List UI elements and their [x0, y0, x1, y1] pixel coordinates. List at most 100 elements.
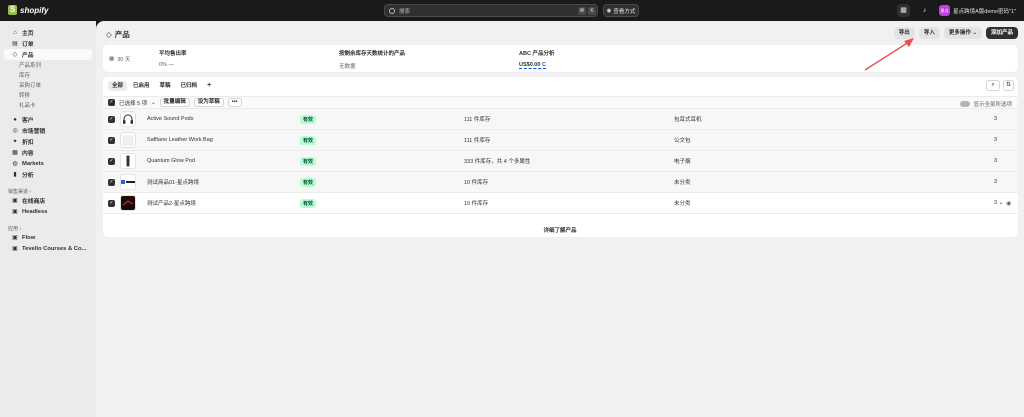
sidebar-item-label: 内容	[22, 151, 34, 157]
add-product-button[interactable]: 添加产品	[985, 27, 1018, 39]
bell-icon[interactable]: ♪	[918, 4, 931, 17]
sidebar-sub-gift-cards[interactable]: 礼品卡	[0, 100, 96, 110]
stat-label: 按剩余库存天数统计的产品	[339, 51, 406, 57]
chevron-down-icon: ⌄	[972, 30, 977, 36]
row-checkbox[interactable]: ✓	[108, 157, 115, 165]
sidebar: ⌂ 主页 ▤ 订单 ◇ 产品 产品系列 库存 采购订单 转移 礼品卡 ● 客户 …	[0, 21, 96, 417]
product-thumbnail[interactable]	[120, 195, 136, 211]
sort-icon[interactable]: ⇅	[1003, 80, 1014, 91]
row-checkbox[interactable]: ✓	[108, 136, 115, 144]
tab-draft[interactable]: 草稿	[156, 81, 175, 91]
sidebar-item-analytics[interactable]: ▮ 分析	[4, 169, 92, 180]
search-filter-icon[interactable]: ⌕	[986, 80, 1000, 91]
stat-value: 无数据	[339, 64, 356, 70]
vape-pod-icon	[126, 155, 130, 167]
more-actions-button[interactable]: 更多操作 ⌄	[943, 27, 982, 39]
export-button[interactable]: 导出	[893, 27, 915, 39]
eye-icon[interactable]: ◉	[1006, 200, 1011, 207]
sidebar-item-headless[interactable]: ▣ Headless	[4, 206, 92, 217]
globe-icon: ◍	[12, 160, 18, 167]
markets-count[interactable]: 3 ⌄	[994, 200, 1003, 206]
row-checkbox[interactable]: ✓	[108, 115, 115, 123]
shopify-bag-icon	[8, 5, 17, 15]
view-mode-button[interactable]: ◉ 查看方式	[603, 4, 639, 17]
product-thumbnail[interactable]	[120, 153, 136, 169]
sidebar-item-discounts[interactable]: ✦ 折扣	[4, 136, 92, 147]
sidebar-sub-purchase-orders[interactable]: 采购订单	[0, 80, 96, 90]
tab-active[interactable]: 已启用	[129, 81, 154, 91]
set-draft-button[interactable]: 设为草稿	[193, 98, 224, 107]
sidebar-item-online-store[interactable]: ▣ 在线商店	[4, 195, 92, 206]
date-range-label: 30 天	[117, 56, 131, 63]
page-title-text: 产品	[114, 30, 130, 39]
markets-count: 3	[994, 116, 998, 122]
shortcut-k-key: K	[588, 7, 596, 15]
sidebar-item-tevello[interactable]: ▣ Tevello Courses & Co...	[4, 243, 92, 254]
sidebar-item-label: Flow	[22, 234, 36, 241]
sidebar-item-label: 订单	[22, 42, 34, 48]
top-right-controls: ▦ ♪ 星点 星点跨境A版demo密码"1"	[897, 4, 1016, 17]
more-bulk-actions-button[interactable]: •••	[227, 98, 242, 107]
inventory-count: 111 件库存	[464, 138, 491, 144]
sidebar-item-markets[interactable]: ◍ Markets	[4, 158, 92, 169]
home-icon: ⌂	[13, 29, 17, 36]
page-title: ◇ 产品	[106, 29, 130, 40]
table-row[interactable]: ✓ 测试商品01-星点跨境 有效 10 件库存 未分类 3	[103, 172, 1018, 193]
product-name[interactable]: Active Sound Pods	[147, 116, 193, 122]
sidebar-item-home[interactable]: ⌂ 主页	[4, 27, 92, 38]
status-badge: 有效	[300, 177, 317, 187]
product-name[interactable]: 测试产品2-星点跨境	[147, 199, 196, 207]
product-name[interactable]: Saffiano Leather Work Bag	[147, 137, 213, 143]
product-type: 未分类	[674, 201, 691, 207]
add-view-button[interactable]: +	[203, 81, 215, 91]
inventory-count: 10 件库存	[464, 180, 489, 186]
sales-channels-heading[interactable]: 销售渠道 ›	[0, 183, 96, 195]
table-row[interactable]: ✓ 测试产品2-星点跨境 有效 10 件库存 未分类 3 ⌄ ◉	[103, 193, 1018, 214]
chevron-down-icon[interactable]: ⌄	[151, 100, 156, 106]
apps-heading[interactable]: 应用 ›	[0, 220, 96, 232]
import-button[interactable]: 导入	[918, 27, 940, 39]
bulk-actions-bar: ✓ 已选择 5 项 ⌄ 批量编辑 设为草稿 ••• 显示全部所选项	[103, 96, 1018, 109]
tag-icon: ◇	[106, 30, 112, 39]
stat-days-of-inventory[interactable]: 按剩余库存天数统计的产品 无数据	[333, 45, 513, 72]
product-name[interactable]: 测试商品01-星点跨境	[147, 178, 199, 186]
sidebar-sub-inventory[interactable]: 库存	[0, 70, 96, 80]
eye-icon: ◉	[606, 7, 612, 14]
tab-all[interactable]: 全部	[108, 81, 128, 91]
sidebar-item-label: 市场营销	[22, 129, 46, 135]
product-thumbnail[interactable]	[120, 132, 136, 148]
tab-archived[interactable]: 已归档	[177, 81, 202, 91]
product-thumbnail[interactable]	[120, 174, 136, 190]
bulk-edit-button[interactable]: 批量编辑	[159, 98, 190, 107]
shopify-logo[interactable]: shopify	[8, 5, 48, 15]
tevello-icon: ▣	[12, 245, 18, 252]
sidebar-item-content[interactable]: ▦ 内容	[4, 147, 92, 158]
sidebar-sub-transfers[interactable]: 转移	[0, 90, 96, 100]
show-all-selected-toggle[interactable]: 显示全部所选项	[960, 100, 1012, 108]
brand-name: shopify	[20, 5, 49, 15]
row-checkbox[interactable]: ✓	[108, 178, 115, 186]
store-switcher[interactable]: 星点 星点跨境A版demo密码"1"	[939, 5, 1016, 16]
sidebar-item-orders[interactable]: ▤ 订单	[4, 38, 92, 49]
table-row[interactable]: ✓ Saffiano Leather Work Bag 有效 111 件库存 公…	[103, 130, 1018, 151]
stat-sell-through[interactable]: 平均售出率 0% —	[153, 45, 333, 72]
store-icon[interactable]: ▦	[897, 4, 911, 17]
learn-more-link[interactable]: 详细了解产品	[96, 226, 1024, 234]
sidebar-item-products[interactable]: ◇ 产品	[4, 49, 92, 60]
row-checkbox[interactable]: ✓	[108, 199, 115, 207]
stat-abc-analysis[interactable]: ABC 产品分析 US$0.00 C	[513, 45, 693, 72]
show-all-label: 显示全部所选项	[973, 102, 1012, 108]
product-thumbnail[interactable]	[120, 111, 136, 127]
sidebar-item-marketing[interactable]: ◎ 市场营销	[4, 125, 92, 136]
product-name[interactable]: Quantum Glow Pod	[147, 158, 195, 164]
sidebar-item-customers[interactable]: ● 客户	[4, 114, 92, 125]
date-range-button[interactable]: ▦ 30 天	[103, 45, 153, 72]
toggle-switch[interactable]	[960, 101, 971, 107]
select-all-checkbox[interactable]: ✓	[108, 99, 115, 106]
sidebar-sub-collections[interactable]: 产品系列	[0, 60, 96, 70]
sidebar-item-flow[interactable]: ▣ Flow	[4, 232, 92, 243]
table-row[interactable]: ✓ Active Sound Pods 有效 111 件库存 包耳式耳机 3	[103, 109, 1018, 130]
table-row[interactable]: ✓ Quantum Glow Pod 有效 333 件库存，共 4 个多属性 电…	[103, 151, 1018, 172]
stats-bar: ▦ 30 天 平均售出率 0% — 按剩余库存天数统计的产品 无数据 ABC 产…	[103, 45, 1018, 72]
search-input[interactable]: 搜索 ⌘ K	[384, 4, 598, 17]
